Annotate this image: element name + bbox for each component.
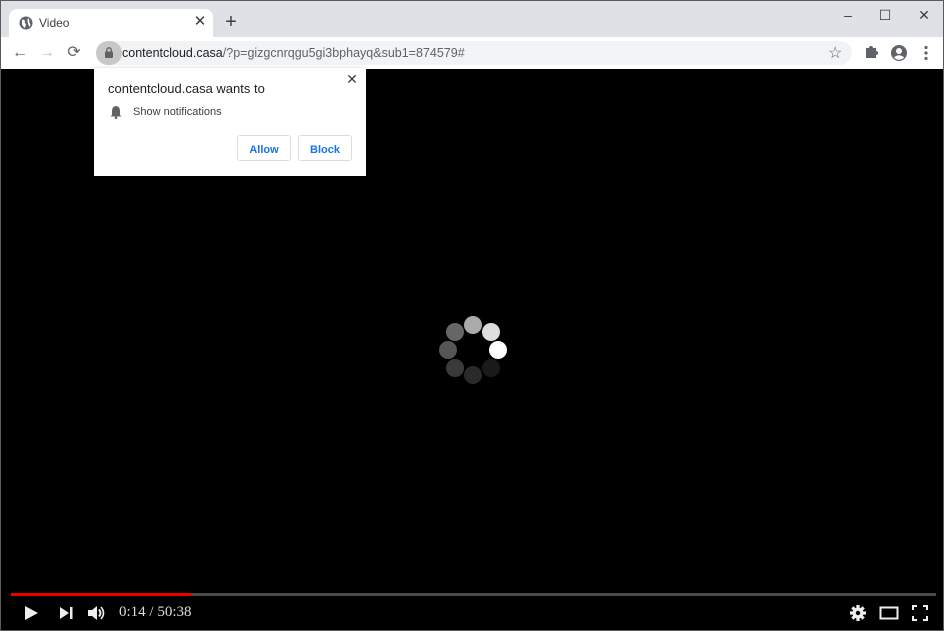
menu-icon[interactable]	[916, 43, 936, 63]
theater-mode-icon[interactable]	[879, 602, 899, 624]
browser-toolbar: ← → ⟳ contentcloud.casa/?p=gizgcnrqgu5gi…	[1, 37, 943, 69]
url-host: contentcloud.casa	[122, 46, 223, 60]
prompt-close-icon[interactable]: ✕	[344, 71, 360, 87]
url-path: /?p=gizgcnrqgu5gi3bphayq&sub1=874579#	[222, 46, 465, 60]
site-info-button[interactable]	[96, 41, 122, 65]
tab-strip: Video ✕ + – ☐ ✕	[1, 1, 943, 37]
forward-button[interactable]: →	[37, 43, 57, 63]
back-button[interactable]: ←	[10, 43, 30, 63]
time-display: 0:14 / 50:38	[119, 604, 192, 620]
progress-bar[interactable]	[11, 593, 936, 596]
spinner-dot	[489, 341, 507, 359]
url-text[interactable]: contentcloud.casa/?p=gizgcnrqgu5gi3bphay…	[122, 46, 465, 60]
profile-icon[interactable]	[889, 43, 909, 63]
permission-text: Show notifications	[133, 106, 222, 118]
allow-button[interactable]: Allow	[237, 135, 291, 161]
lock-icon	[105, 47, 113, 58]
play-icon[interactable]	[23, 602, 39, 624]
spinner-dot	[464, 316, 482, 334]
minimize-button[interactable]: –	[833, 5, 863, 25]
loading-spinner-icon	[437, 313, 511, 387]
fullscreen-icon[interactable]	[911, 602, 929, 624]
browser-window: Video ✕ + – ☐ ✕ ← → ⟳ contentcloud.casa/…	[0, 0, 944, 631]
settings-gear-icon[interactable]	[849, 602, 867, 624]
maximize-button[interactable]: ☐	[870, 5, 900, 25]
close-window-button[interactable]: ✕	[909, 5, 939, 25]
progress-played	[11, 593, 192, 596]
reload-button[interactable]: ⟳	[64, 43, 84, 63]
spinner-dot	[464, 366, 482, 384]
spinner-dot	[482, 323, 500, 341]
tab-title: Video	[39, 16, 70, 30]
spinner-dot	[446, 323, 464, 341]
spinner-dot	[482, 359, 500, 377]
tab-video[interactable]: Video ✕	[9, 9, 213, 37]
volume-icon[interactable]	[86, 602, 106, 624]
prompt-title: contentcloud.casa wants to	[108, 81, 265, 96]
block-button[interactable]: Block	[298, 135, 352, 161]
spinner-dot	[439, 341, 457, 359]
star-icon[interactable]: ☆	[828, 43, 842, 63]
tab-close-icon[interactable]: ✕	[191, 13, 209, 31]
address-bar[interactable]: contentcloud.casa/?p=gizgcnrqgu5gi3bphay…	[96, 41, 852, 65]
new-tab-button[interactable]: +	[221, 12, 241, 32]
extensions-icon[interactable]	[862, 43, 882, 63]
bell-icon	[110, 106, 122, 119]
globe-icon	[19, 16, 33, 30]
notification-permission-prompt: contentcloud.casa wants to ✕ Show notifi…	[94, 68, 366, 176]
spinner-dot	[446, 359, 464, 377]
next-icon[interactable]	[58, 602, 74, 624]
